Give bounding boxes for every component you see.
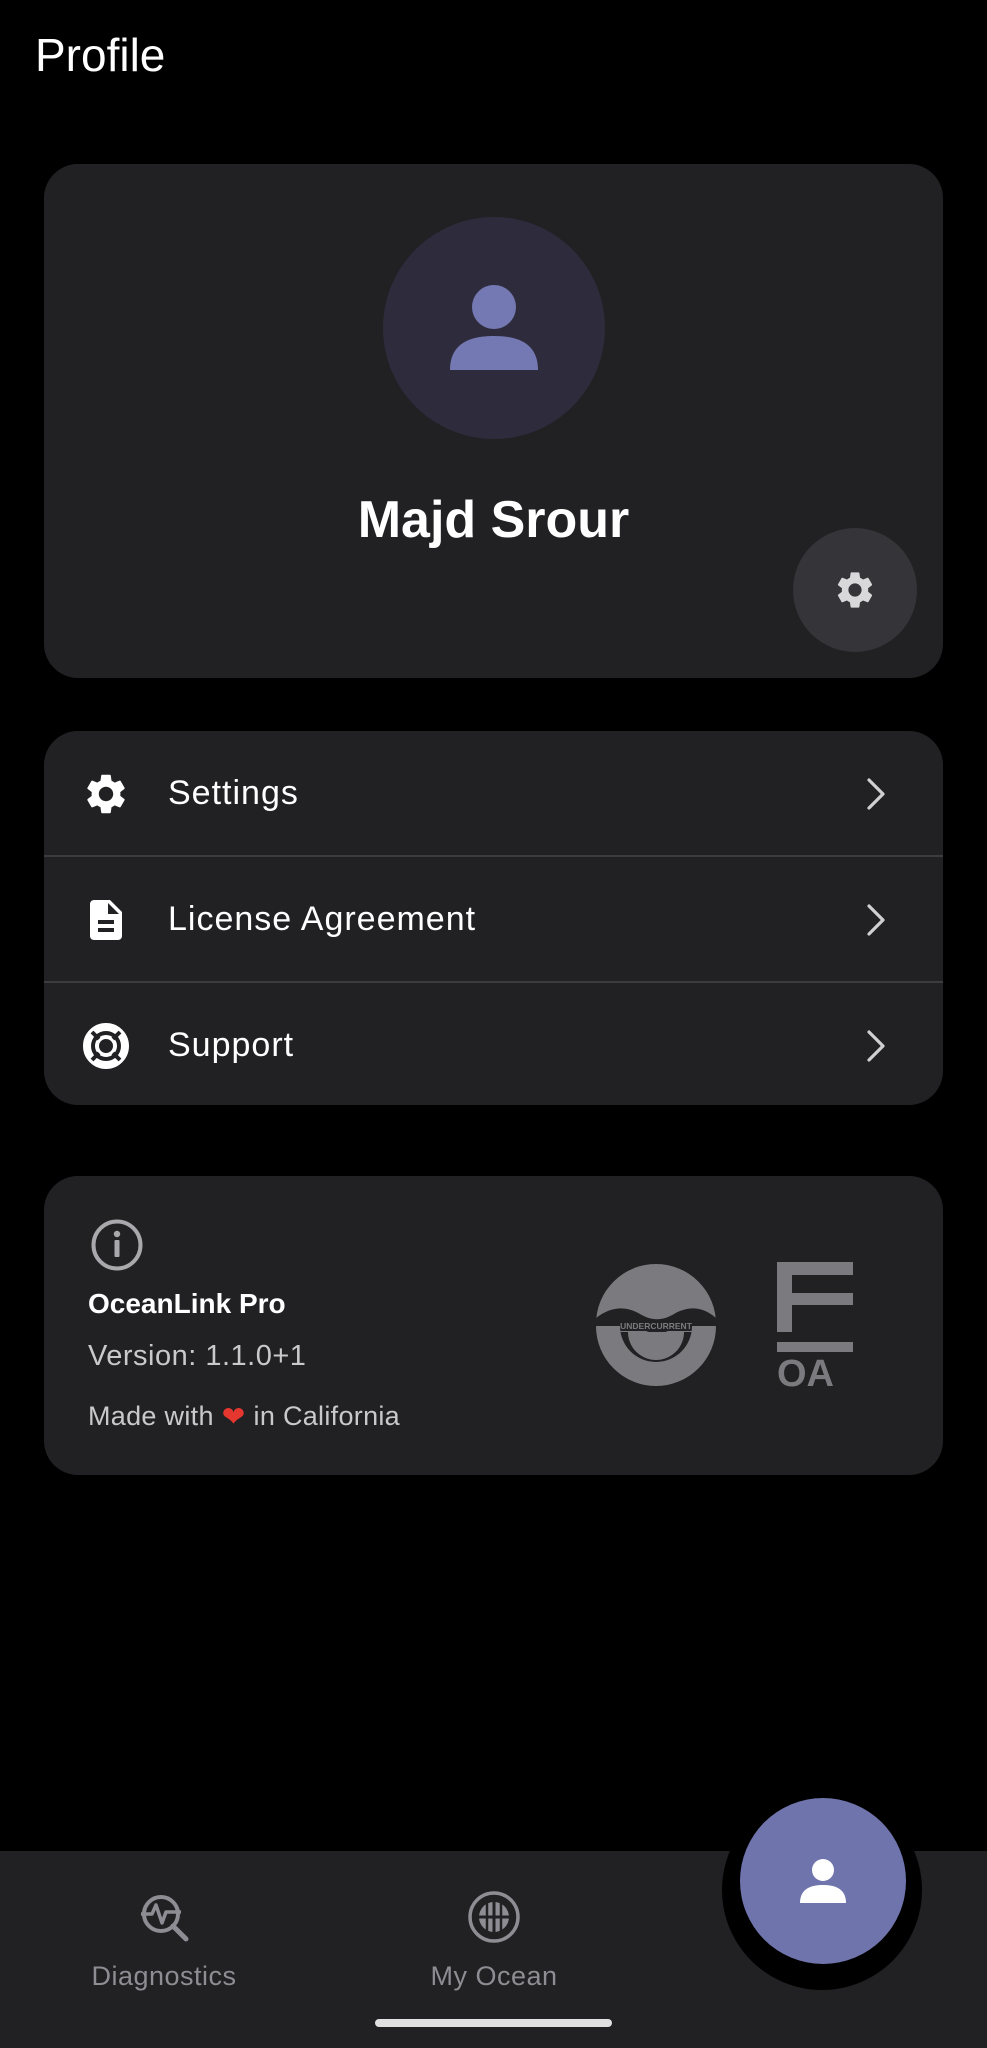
profile-screen: Profile Majd Srour Settings License Agre… <box>0 0 987 2048</box>
lifebuoy-icon <box>82 1022 130 1070</box>
person-icon <box>450 285 538 370</box>
document-icon <box>82 896 130 944</box>
chevron-right-icon <box>867 778 885 810</box>
info-icon <box>91 1219 143 1271</box>
globe-icon <box>468 1891 520 1943</box>
profile-icon <box>800 1859 846 1903</box>
nav-item-my-ocean[interactable]: My Ocean <box>394 1890 594 1992</box>
heart-icon: ❤ <box>221 1401 246 1432</box>
profile-settings-button[interactable] <box>793 528 917 652</box>
foa-logo: OA <box>777 1262 853 1388</box>
app-version: Version: 1.1.0+1 <box>88 1340 307 1372</box>
nav-item-diagnostics[interactable]: Diagnostics <box>64 1890 264 1992</box>
avatar[interactable] <box>383 217 605 439</box>
profile-card: Majd Srour <box>44 164 943 678</box>
gear-icon <box>82 770 130 818</box>
diagnostics-icon <box>141 1895 189 1942</box>
menu-card: Settings License Agreement Support <box>44 731 943 1105</box>
home-indicator[interactable] <box>375 2019 612 2027</box>
menu-item-label: Settings <box>168 773 299 812</box>
undercurrent-logo-text: UNDERCURRENT <box>620 1321 693 1331</box>
chevron-right-icon <box>867 904 885 936</box>
chevron-right-icon <box>867 1030 885 1062</box>
profile-name: Majd Srour <box>357 491 630 549</box>
foa-logo-text: OA <box>777 1353 834 1388</box>
menu-item-support[interactable]: Support <box>44 983 943 1105</box>
about-card: OceanLink Pro Version: 1.1.0+1 Made with… <box>44 1176 943 1475</box>
made-with-prefix: Made with <box>88 1401 214 1431</box>
made-with-line: Made with ❤ in California <box>88 1400 400 1433</box>
nav-label: Diagnostics <box>91 1961 237 1991</box>
menu-item-label: Support <box>168 1025 295 1064</box>
gear-icon <box>837 572 873 608</box>
nav-label: My Ocean <box>430 1961 558 1991</box>
menu-item-settings[interactable]: Settings <box>44 731 943 855</box>
page-title: Profile <box>35 29 166 81</box>
made-with-suffix: in California <box>253 1401 400 1431</box>
app-name: OceanLink Pro <box>88 1288 286 1319</box>
undercurrent-logo: UNDERCURRENT <box>596 1264 716 1386</box>
menu-item-license-agreement[interactable]: License Agreement <box>44 857 943 981</box>
profile-fab[interactable] <box>740 1798 906 1964</box>
menu-item-label: License Agreement <box>168 899 477 938</box>
